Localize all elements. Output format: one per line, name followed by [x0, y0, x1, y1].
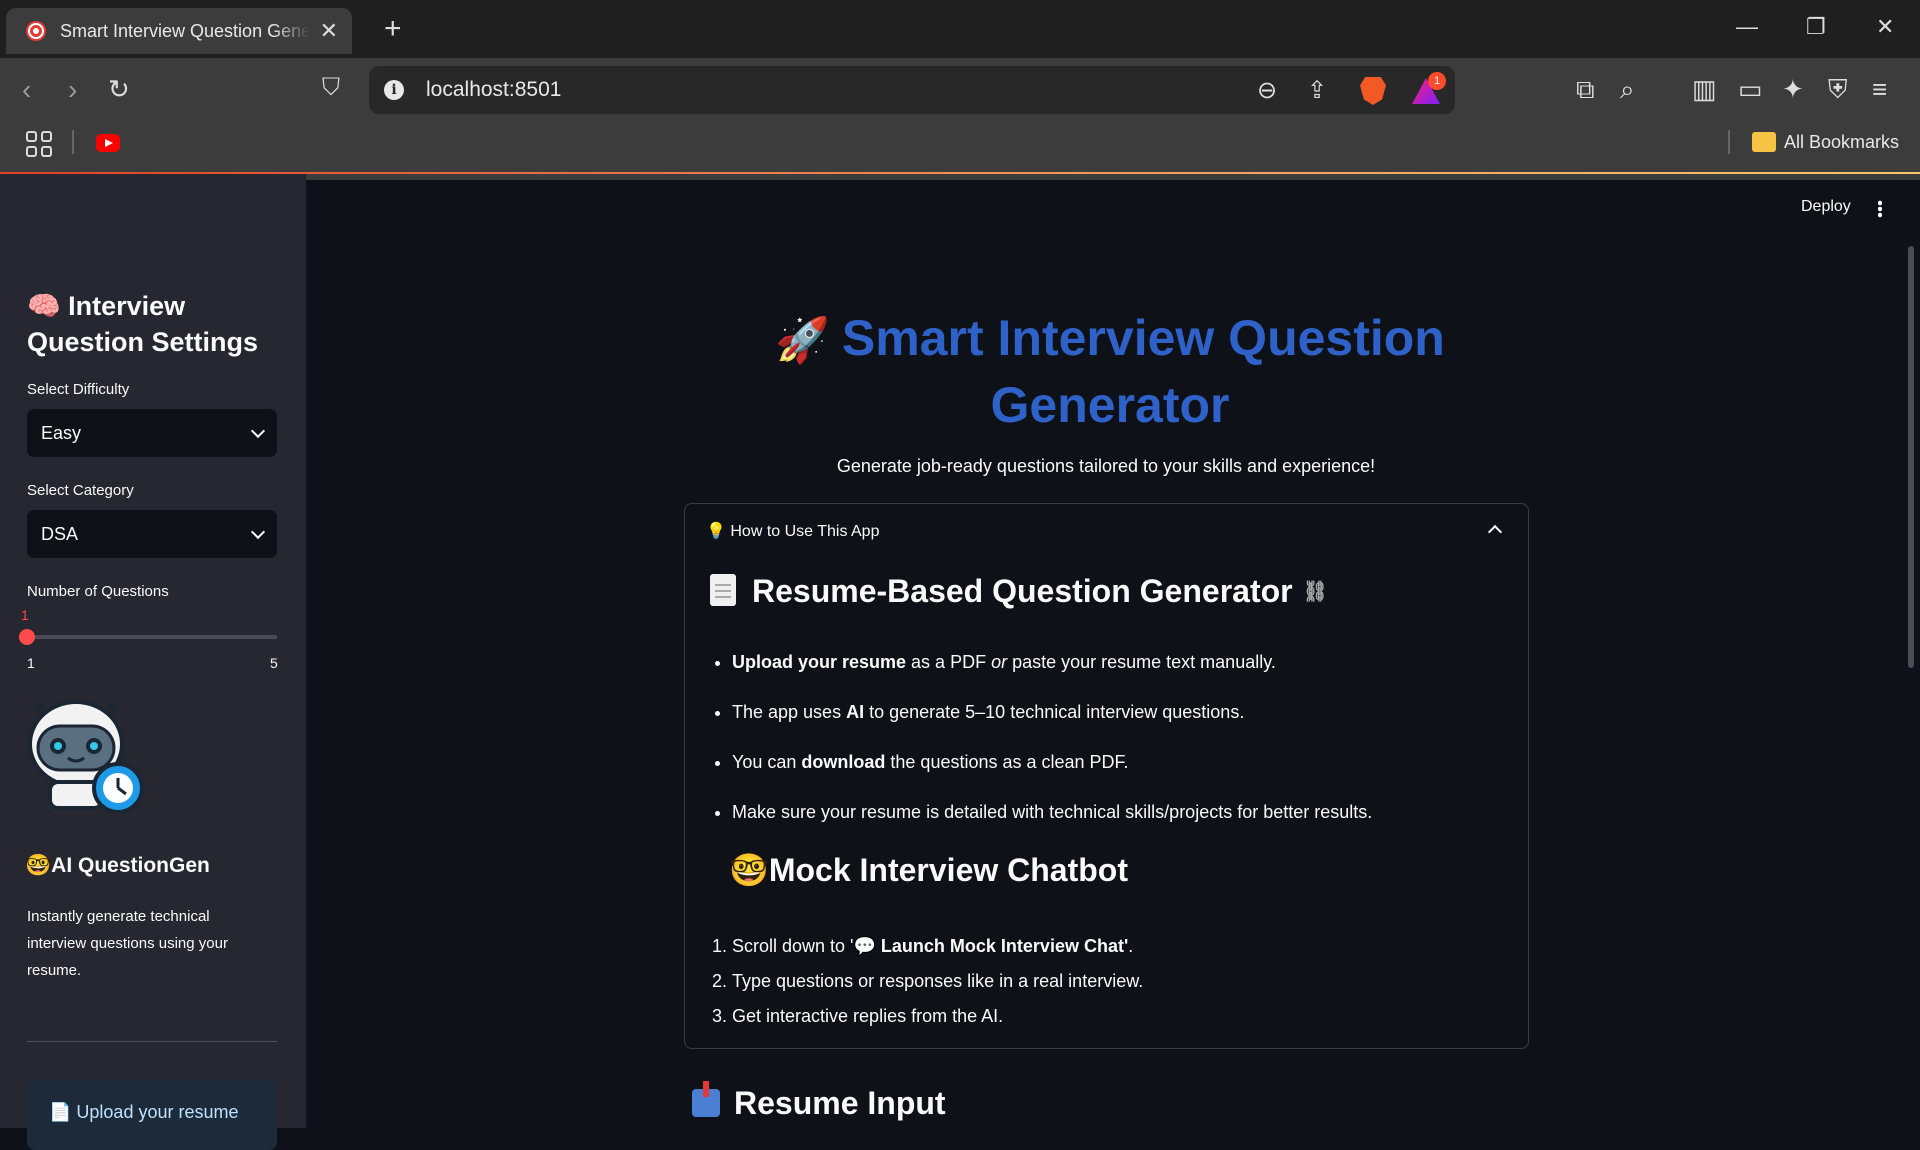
sidebar-description: Instantly generate technical interview q… — [27, 908, 228, 979]
list-item: Make sure your resume is detailed with t… — [732, 787, 1506, 837]
all-bookmarks-link[interactable]: All Bookmarks — [1784, 132, 1899, 153]
minimize-icon[interactable]: — — [1736, 14, 1758, 40]
list-item: The app uses AI to generate 5–10 technic… — [732, 687, 1506, 737]
url-text[interactable]: localhost:8501 — [426, 78, 561, 102]
tab-title: Smart Interview Question Generator — [60, 20, 310, 41]
section-heading-text: Resume-Based Question Generator — [752, 573, 1293, 609]
apps-icon[interactable] — [26, 131, 52, 157]
info-icon[interactable]: i — [384, 80, 404, 100]
extensions-icon[interactable]: ⧉ — [1576, 74, 1595, 106]
restore-icon[interactable]: ❐ — [1806, 14, 1826, 40]
sidebar-toggle-icon[interactable]: ▥ — [1692, 74, 1717, 105]
deploy-button[interactable]: Deploy — [1801, 198, 1851, 216]
inbox-icon — [692, 1081, 720, 1117]
bookmark-separator — [72, 130, 74, 154]
section-heading-resume: Resume-Based Question Generator ⛓ — [710, 573, 1328, 610]
section-heading-text: Resume Input — [734, 1085, 946, 1121]
list-item: Type questions or responses like in a re… — [732, 964, 1506, 999]
bookmark-icon[interactable]: ⛉ — [322, 74, 340, 102]
zoom-out-icon[interactable]: ⊖ — [1257, 76, 1277, 105]
window-close-icon[interactable]: ✕ — [1876, 14, 1894, 40]
chatbot-steps-list: Scroll down to '💬 Launch Mock Interview … — [706, 929, 1506, 1034]
close-icon[interactable]: ✕ — [320, 18, 338, 44]
category-select[interactable]: DSA — [27, 510, 277, 558]
slider-thumb[interactable] — [19, 629, 35, 645]
page-title-text: Smart Interview Question Generator — [841, 310, 1445, 433]
section-heading-chatbot: 🤓Mock Interview Chatbot — [729, 852, 1128, 888]
category-label: Select Category — [27, 482, 134, 499]
section-heading-resume-input: Resume Input — [692, 1081, 946, 1122]
vpn-icon[interactable]: ⛨ — [1828, 74, 1848, 106]
rocket-icon: 🚀 — [775, 316, 830, 365]
chevron-down-icon — [250, 524, 266, 540]
difficulty-select[interactable]: Easy — [27, 409, 277, 457]
list-item: You can download the questions as a clea… — [732, 737, 1506, 787]
document-icon — [710, 574, 736, 606]
notification-badge: 1 — [1428, 72, 1446, 90]
robot-icon — [28, 700, 144, 814]
browser-tab[interactable]: Smart Interview Question Generator ✕ — [6, 8, 352, 54]
sidebar-divider — [27, 1041, 277, 1042]
menu-icon[interactable]: ≡ — [1872, 74, 1887, 105]
leo-ai-icon[interactable]: ✦ — [1782, 74, 1804, 105]
youtube-icon[interactable] — [96, 134, 120, 152]
bookmark-separator — [1728, 130, 1730, 154]
folder-icon[interactable] — [1752, 132, 1776, 152]
slider-min-label: 1 — [27, 655, 35, 671]
difficulty-value: Easy — [41, 422, 82, 443]
difficulty-label: Select Difficulty — [27, 381, 130, 398]
upload-info-box: 📄 Upload your resume — [27, 1080, 277, 1150]
slider-track[interactable] — [27, 635, 277, 639]
slider-current-value: 1 — [21, 607, 29, 623]
page-title: 🚀 Smart Interview Question Generator — [760, 306, 1460, 437]
page-search-icon[interactable]: ⌕ — [1620, 74, 1635, 106]
instructions-list: Upload your resume as a PDF or paste you… — [706, 637, 1506, 837]
link-icon[interactable]: ⛓ — [1303, 581, 1328, 603]
share-icon[interactable]: ⇪ — [1307, 76, 1327, 105]
reload-icon[interactable]: ↻ — [108, 74, 130, 105]
wallet-icon[interactable]: ▭ — [1738, 74, 1763, 105]
list-item: Scroll down to '💬 Launch Mock Interview … — [732, 929, 1506, 964]
expander-label[interactable]: 💡 How to Use This App — [706, 521, 879, 541]
scrollbar[interactable] — [1908, 246, 1914, 668]
num-questions-label: Number of Questions — [27, 583, 169, 600]
sidebar-brand: 🤓AI QuestionGen — [25, 854, 210, 877]
target-icon — [26, 21, 46, 41]
page-subtitle: Generate job-ready questions tailored to… — [836, 456, 1376, 476]
list-item: Upload your resume as a PDF or paste you… — [732, 637, 1506, 687]
sidebar-title: 🧠 Interview Question Settings — [27, 291, 259, 357]
slider-max-label: 5 — [270, 655, 278, 671]
kebab-menu-icon[interactable] — [1878, 200, 1882, 218]
category-value: DSA — [41, 523, 79, 544]
forward-icon[interactable]: › — [68, 74, 77, 106]
list-item: Get interactive replies from the AI. — [732, 999, 1506, 1034]
back-icon[interactable]: ‹ — [22, 74, 31, 106]
new-tab-button[interactable]: + — [384, 12, 402, 46]
chevron-down-icon — [250, 423, 266, 439]
